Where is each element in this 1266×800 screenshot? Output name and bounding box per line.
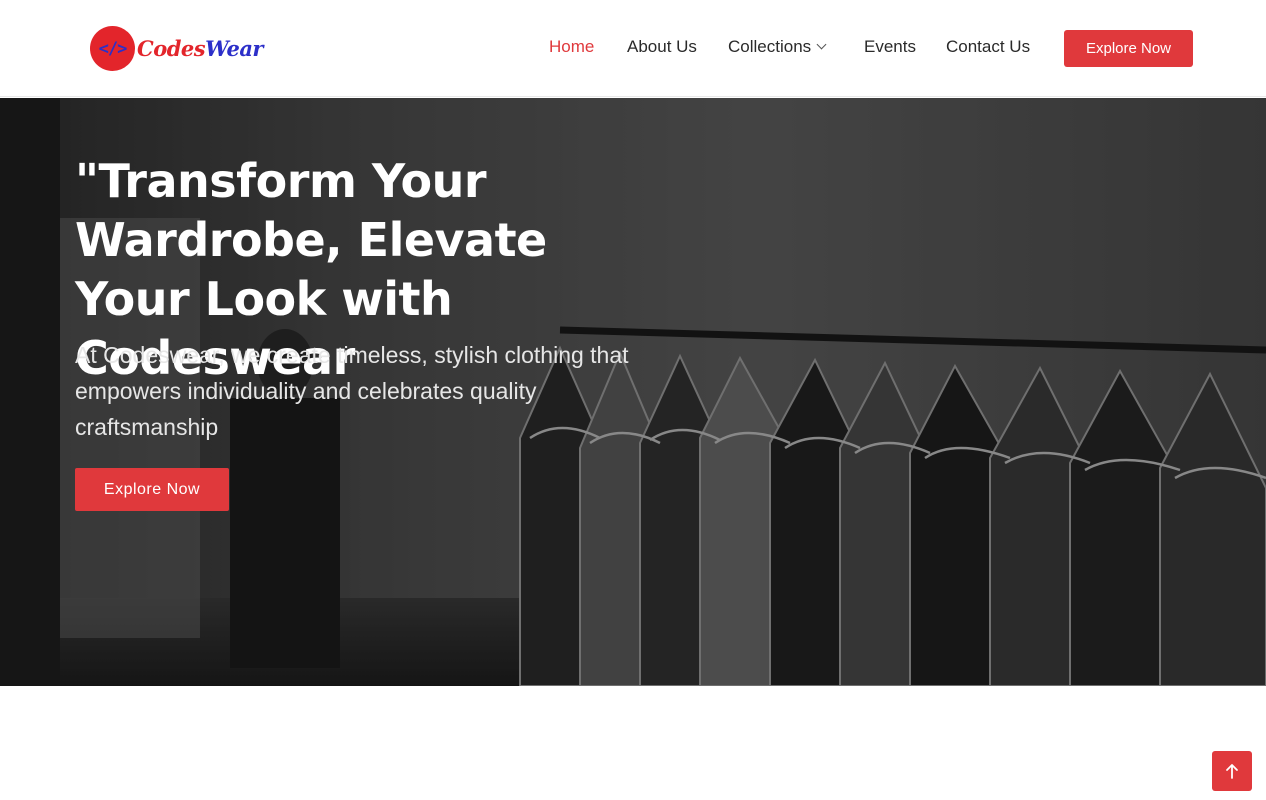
brand-name-part2: Wear [205, 36, 263, 61]
brand-name: CodesWear [137, 36, 263, 61]
brand-name-part1: Codes [137, 36, 206, 61]
nav-events[interactable]: Events [864, 37, 916, 57]
scroll-to-top-button[interactable] [1212, 751, 1252, 791]
nav-explore-now-button[interactable]: Explore Now [1064, 30, 1193, 67]
nav-contact-us[interactable]: Contact Us [946, 37, 1030, 57]
brand-logo[interactable]: </> CodesWear [90, 26, 263, 71]
nav-home[interactable]: Home [549, 37, 594, 57]
hero-section: "Transform Your Wardrobe, Elevate Your L… [0, 98, 1266, 686]
hero-explore-now-button[interactable]: Explore Now [75, 468, 229, 511]
chevron-down-icon [816, 39, 827, 50]
logo-badge: </> [90, 26, 135, 71]
arrow-up-icon [1226, 764, 1238, 779]
hero-subtitle: At Codeswear, we create timeless, stylis… [75, 342, 629, 440]
navbar: </> CodesWear Home About Us Collections … [0, 0, 1266, 97]
nav-about-us[interactable]: About Us [627, 37, 697, 57]
nav-collections-label: Collections [728, 37, 812, 56]
code-brackets-icon: </> [98, 38, 128, 59]
nav-collections[interactable]: Collections [728, 37, 827, 57]
